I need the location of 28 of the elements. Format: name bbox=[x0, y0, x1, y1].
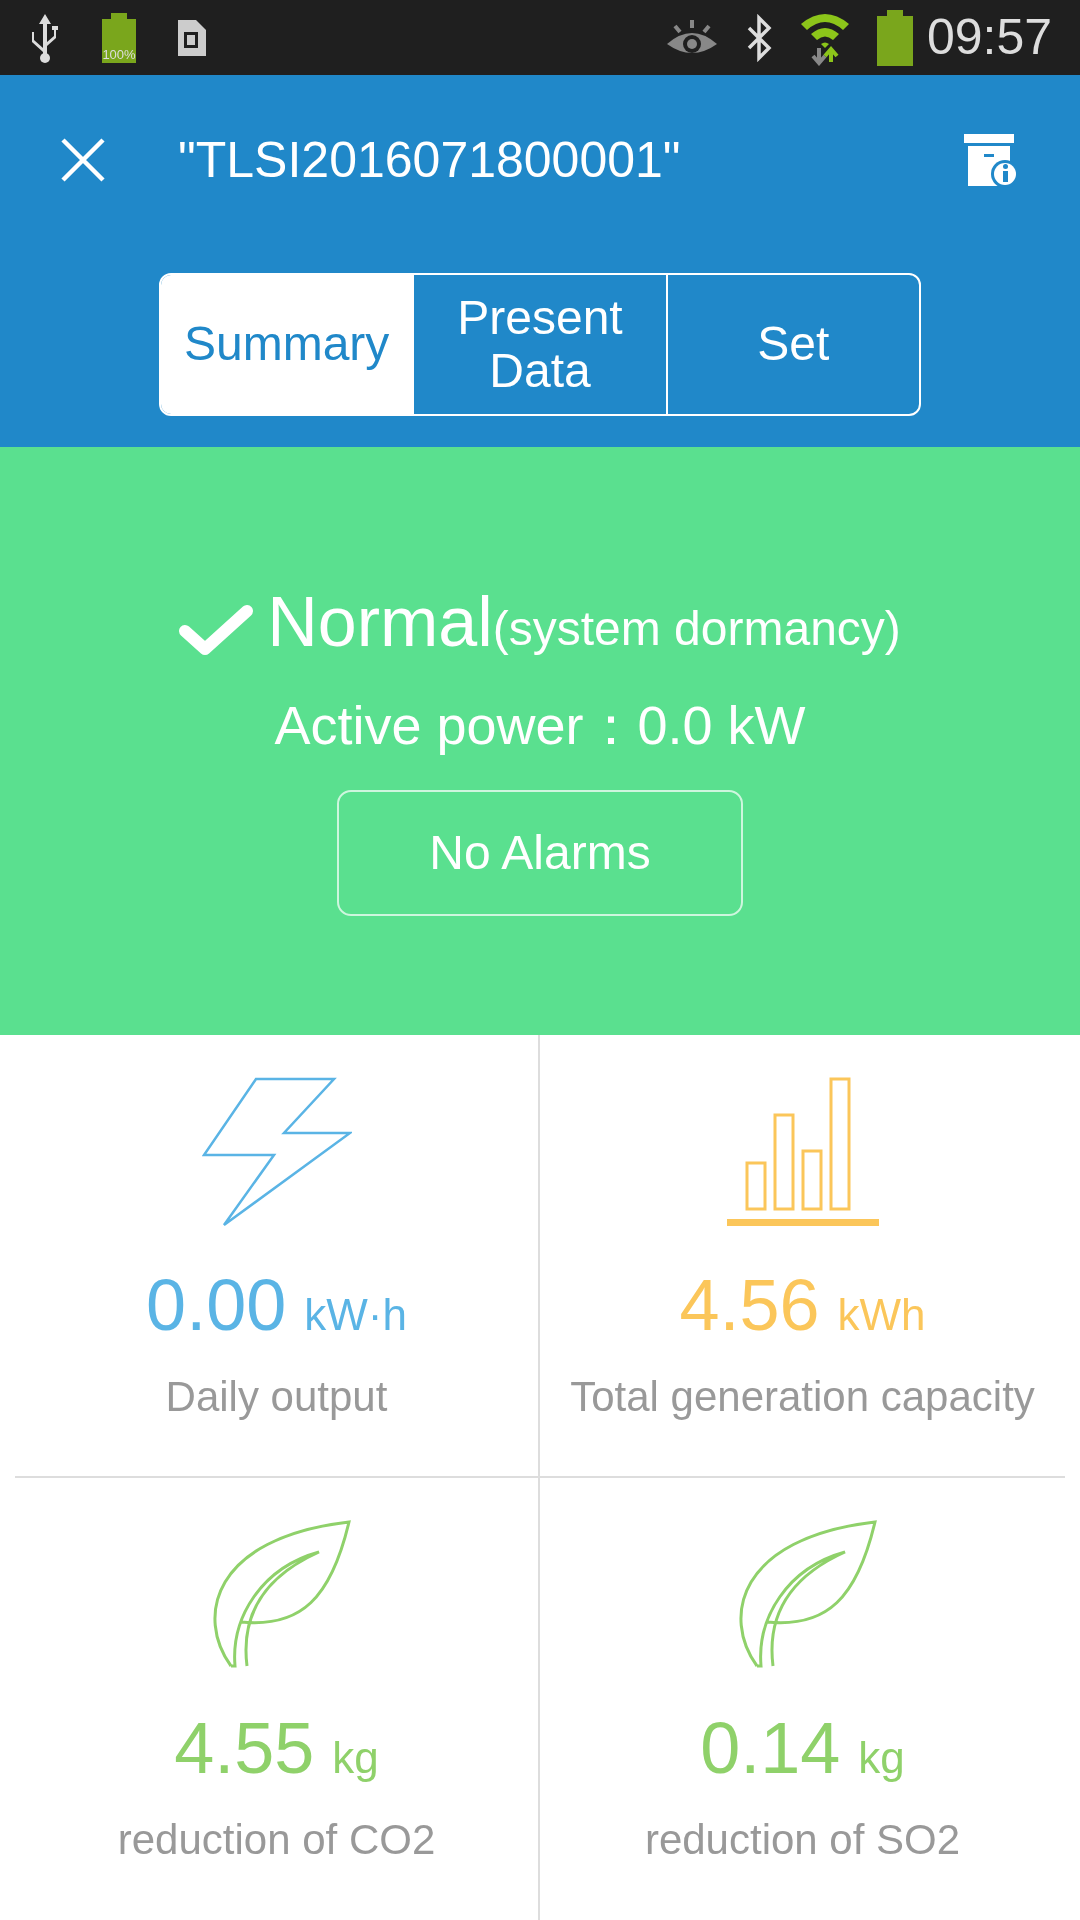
metric-unit: kg bbox=[332, 1736, 379, 1780]
metric-label: Total generation capacity bbox=[570, 1372, 1035, 1422]
lightning-bolt-icon bbox=[201, 1077, 352, 1227]
battery-icon bbox=[876, 9, 913, 66]
metric-label: reduction of CO2 bbox=[117, 1815, 436, 1865]
tab[interactable]: Present Data bbox=[412, 275, 666, 414]
tab[interactable]: Set bbox=[665, 275, 919, 414]
sim-card-icon bbox=[176, 17, 208, 58]
metric-value: 4.55 bbox=[174, 1712, 315, 1784]
active-power-text: Active power：0.0 kW bbox=[274, 694, 806, 757]
status-detail: (system dormancy) bbox=[492, 605, 901, 653]
bar-chart-icon bbox=[726, 1077, 879, 1227]
metric-value: 0.14 bbox=[700, 1712, 841, 1784]
metric-label: Daily output bbox=[165, 1372, 388, 1422]
metric-value: 4.56 bbox=[679, 1269, 820, 1341]
metric-value: 0.00 bbox=[146, 1269, 287, 1341]
metric-unit: kWh bbox=[837, 1293, 926, 1337]
window-title: "TLSI2016071800001" bbox=[178, 130, 682, 190]
tab[interactable]: Summary bbox=[161, 275, 413, 414]
status-text: Normal bbox=[267, 587, 493, 657]
check-icon bbox=[179, 605, 254, 657]
battery-icon bbox=[100, 12, 138, 63]
close-icon[interactable] bbox=[60, 137, 106, 183]
metric-unit: kW·h bbox=[304, 1293, 407, 1337]
battery-level: 100% bbox=[101, 47, 137, 61]
metric-label: reduction of SO2 bbox=[644, 1815, 961, 1865]
clock-time: 09:57 bbox=[926, 8, 1052, 67]
metric-unit: kg bbox=[858, 1736, 905, 1780]
